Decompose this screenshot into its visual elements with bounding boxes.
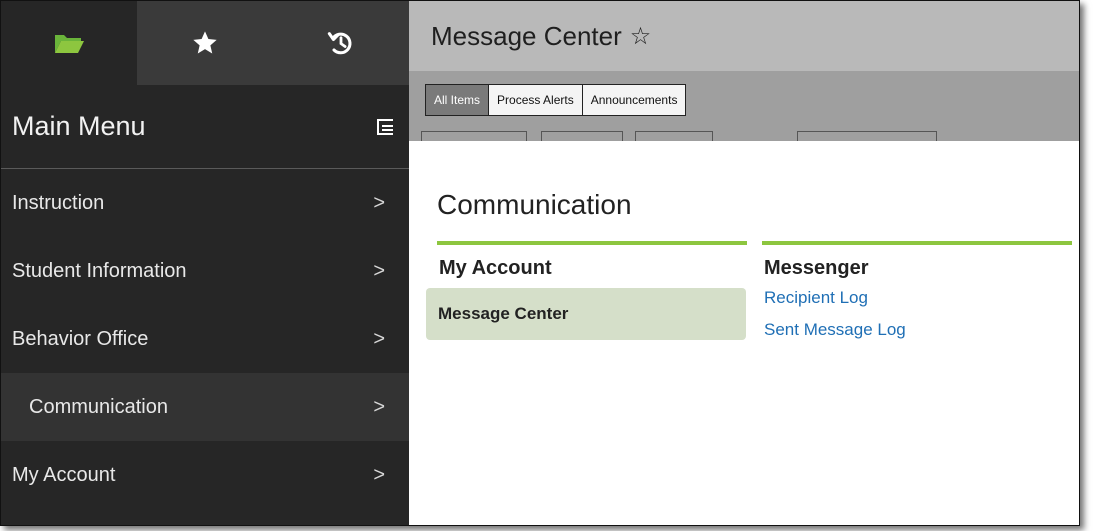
sidebar-item-instruction[interactable]: Instruction > xyxy=(1,169,409,237)
sidebar-item-behavior-office[interactable]: Behavior Office > xyxy=(1,305,409,373)
tab-index[interactable] xyxy=(1,1,137,85)
sidebar: Main Menu Instruction > Student Informat… xyxy=(1,1,409,525)
main-menu-title: Main Menu xyxy=(12,111,146,141)
tab-announcements[interactable]: Announcements xyxy=(582,84,687,116)
tool-bar: All Items Process Alerts Announcements xyxy=(409,71,1079,141)
link-recipient-log[interactable]: Recipient Log xyxy=(764,288,1072,308)
sidebar-item-label: Behavior Office xyxy=(12,327,149,350)
partial-button[interactable] xyxy=(421,131,527,141)
tab-all-items[interactable]: All Items xyxy=(425,84,490,116)
tab-process-alerts[interactable]: Process Alerts xyxy=(489,84,583,116)
sidebar-item-label: Communication xyxy=(29,395,168,418)
chevron-right-icon: > xyxy=(373,327,385,350)
sidebar-item-label: Instruction xyxy=(12,191,105,214)
sidebar-menu: Instruction > Student Information > Beha… xyxy=(1,169,409,509)
tree-list-icon[interactable] xyxy=(375,117,395,137)
chevron-right-icon: > xyxy=(373,463,385,486)
app-frame: Main Menu Instruction > Student Informat… xyxy=(0,0,1080,526)
link-message-center[interactable]: Message Center xyxy=(426,288,746,340)
partial-button[interactable] xyxy=(797,131,937,141)
column-messenger: Messenger Recipient Log Sent Message Log xyxy=(762,241,1072,352)
sidebar-tabs xyxy=(1,1,409,85)
tab-favorites[interactable] xyxy=(137,1,273,85)
star-outline-icon[interactable]: ☆ xyxy=(630,22,652,51)
partial-button[interactable] xyxy=(635,131,713,141)
sidebar-item-communication[interactable]: Communication > xyxy=(1,373,409,441)
chevron-right-icon: > xyxy=(373,259,385,282)
menu-overlay-content: Communication My Account Message Center … xyxy=(426,189,1077,352)
chevron-right-icon: > xyxy=(373,395,385,418)
link-sent-message-log[interactable]: Sent Message Log xyxy=(764,320,1072,340)
history-icon xyxy=(327,32,352,55)
section-title: Communication xyxy=(437,189,632,220)
column-header: Messenger xyxy=(764,257,869,279)
page-header: Message Center ☆ xyxy=(409,1,1079,71)
partial-button[interactable] xyxy=(541,131,623,141)
tab-recent[interactable] xyxy=(273,1,409,85)
main-menu-header: Main Menu xyxy=(1,85,409,169)
column-my-account: My Account Message Center xyxy=(426,241,747,352)
sidebar-item-my-account[interactable]: My Account > xyxy=(1,441,409,509)
subtab-group: All Items Process Alerts Announcements xyxy=(425,84,687,116)
sidebar-item-label: My Account xyxy=(12,463,116,486)
chevron-right-icon: > xyxy=(373,191,385,214)
page-title: Message Center xyxy=(431,20,622,51)
sidebar-item-label: Student Information xyxy=(12,259,187,282)
column-header: My Account xyxy=(439,257,552,279)
folder-icon xyxy=(55,35,84,53)
sidebar-item-student-information[interactable]: Student Information > xyxy=(1,237,409,305)
main-panel: Message Center ☆ All Items Process Alert… xyxy=(409,1,1079,525)
star-icon xyxy=(193,31,217,54)
section-columns: My Account Message Center Messenger Reci… xyxy=(426,241,1077,352)
